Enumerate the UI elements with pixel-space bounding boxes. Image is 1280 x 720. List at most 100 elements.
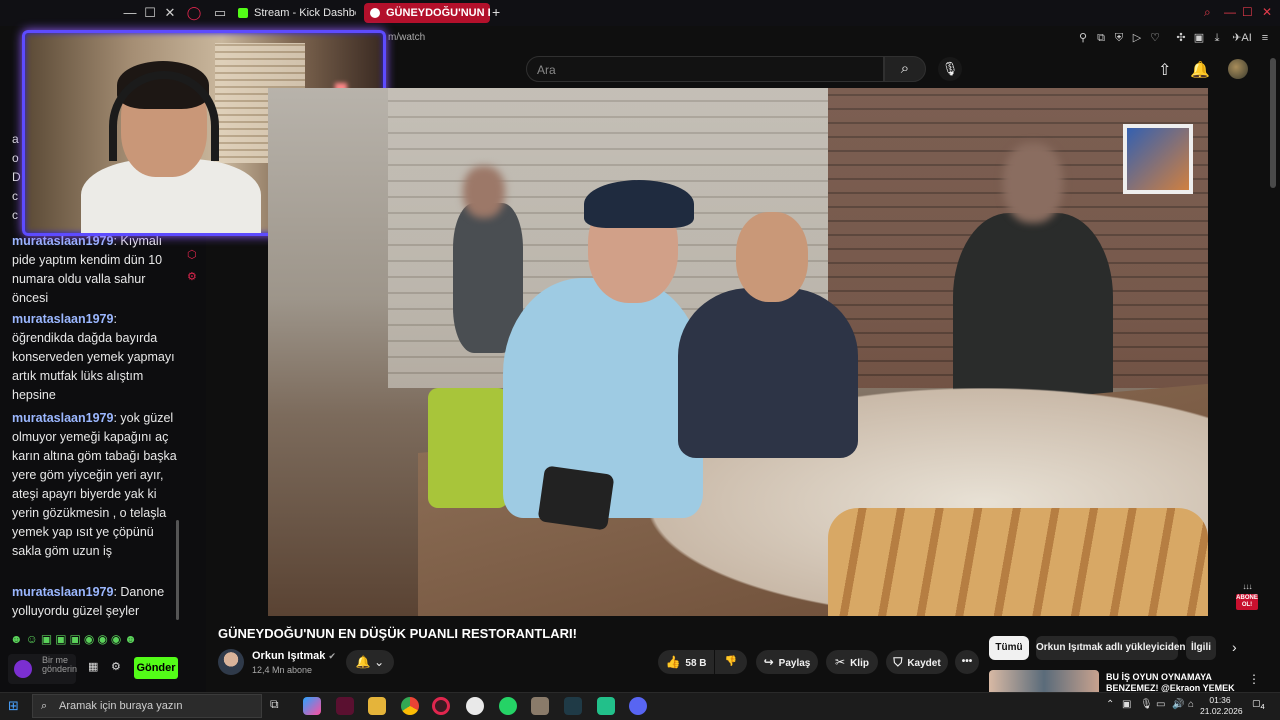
tab-label: Stream - Kick Dashboard xyxy=(254,7,356,19)
url-text[interactable]: m/watch xyxy=(388,32,425,43)
voice-search-button[interactable]: 🎙 xyxy=(938,57,962,81)
play-icon[interactable]: ▷ xyxy=(1130,31,1144,45)
download-app-icon[interactable] xyxy=(564,697,582,715)
search-icon: ⌕ xyxy=(900,60,910,77)
video-player[interactable] xyxy=(268,88,1208,616)
page-scrollbar[interactable] xyxy=(1270,58,1276,188)
search-button[interactable]: ⌕ xyxy=(884,56,926,82)
copilot-icon[interactable] xyxy=(303,697,321,715)
send-button[interactable]: Gönder xyxy=(134,657,178,679)
chat-settings-icon[interactable]: ⚙ xyxy=(187,270,197,283)
app-icon[interactable] xyxy=(466,697,484,715)
taskbar-search-input[interactable]: ⌕ Aramak için buraya yazın xyxy=(32,694,262,718)
search-tabs-icon[interactable]: ⌕ xyxy=(1204,5,1211,20)
maximize-icon[interactable]: ☐ xyxy=(142,5,158,21)
task-view-icon[interactable]: ⧉ xyxy=(270,697,288,715)
subscribe-watermark[interactable]: ↓↓↓ ABONE OL! xyxy=(1236,576,1258,610)
verified-icon: ✔ xyxy=(328,651,336,661)
extensions-icon[interactable]: ✣ xyxy=(1174,31,1188,45)
notification-center-icon[interactable]: ▢4 xyxy=(1252,698,1265,711)
clock-date: 21.02.2026 xyxy=(1200,706,1243,716)
wallet-icon[interactable]: ▣ xyxy=(1192,31,1206,45)
chat-message: murataslaan1979: Kıymalı pide yaptım ken… xyxy=(12,234,163,305)
shield-icon[interactable]: ⛨ xyxy=(1112,31,1126,45)
account-avatar[interactable] xyxy=(1228,59,1248,79)
more-actions-button[interactable]: ••• xyxy=(955,650,979,674)
whatsapp-icon[interactable] xyxy=(499,697,517,715)
app-icon[interactable] xyxy=(597,697,615,715)
tray-volume-icon[interactable]: 🔊 xyxy=(1172,699,1184,710)
windows-start-icon[interactable]: ⊞ xyxy=(8,698,24,714)
save-button[interactable]: ⛉ Kaydet xyxy=(886,650,948,674)
chat-action-icon[interactable]: ⬡ xyxy=(187,248,197,261)
search-icon: ⌕ xyxy=(41,700,48,712)
download-icon[interactable]: ⤓ xyxy=(1210,31,1224,45)
clip-button[interactable]: ✂ Klip xyxy=(826,650,878,674)
chat-username[interactable]: murataslaan1979 xyxy=(12,585,113,599)
recommended-video-title[interactable]: BU İŞ OYUN OYNAMAYA BENZEMEZ! @Ekraon YE… xyxy=(1106,672,1246,694)
thumbs-down-icon: 👎 xyxy=(724,656,738,667)
window-maximize-icon[interactable]: ☐ xyxy=(1242,5,1253,19)
window-close-icon[interactable]: ✕ xyxy=(1262,5,1272,19)
channel-avatar[interactable] xyxy=(218,649,244,675)
minimize-icon[interactable]: — xyxy=(122,5,138,21)
taskbar-search-placeholder: Aramak için buraya yazın xyxy=(59,700,183,712)
upload-icon[interactable]: ⇧ xyxy=(1158,60,1171,80)
chat-store-icon[interactable]: ▦ xyxy=(88,660,98,673)
discord-icon[interactable] xyxy=(629,697,647,715)
ai-icon[interactable]: ✈AI xyxy=(1232,31,1252,45)
chat-message: murataslaan1979: yok güzel olmuyor yemeğ… xyxy=(12,411,177,558)
scissors-icon: ✂ xyxy=(835,655,846,669)
file-explorer-icon[interactable] xyxy=(368,697,386,715)
save-label: Kaydet xyxy=(907,658,941,669)
pin-icon[interactable]: ⚲ xyxy=(1076,31,1090,45)
close-icon[interactable]: ✕ xyxy=(162,5,178,21)
subscription-bell-button[interactable]: 🔔 ⌄ xyxy=(346,650,394,674)
share-label: Paylaş xyxy=(778,658,811,669)
snapshot-icon[interactable]: ⧉ xyxy=(1094,31,1108,45)
tray-app-icon[interactable]: ▣ xyxy=(1122,699,1131,710)
like-button[interactable]: 👍 58 B xyxy=(658,650,714,674)
tab-list-icon[interactable]: ▭ xyxy=(212,5,228,21)
chat-message: murataslaan1979: öğrendikda dağda bayırd… xyxy=(12,312,175,402)
tray-network-icon[interactable]: ⌂ xyxy=(1188,699,1194,710)
chat-mic-icon[interactable] xyxy=(14,660,32,678)
search-input[interactable]: Ara xyxy=(526,56,884,82)
app-icon[interactable] xyxy=(336,697,354,715)
chip-related[interactable]: İlgili xyxy=(1186,636,1216,660)
emote-bar[interactable]: ☻☺▣▣▣◉◉◉☻ xyxy=(10,632,160,648)
window-minimize-icon[interactable]: — xyxy=(1224,5,1236,19)
heart-icon[interactable]: ♡ xyxy=(1148,31,1162,45)
youtube-icon xyxy=(370,8,380,18)
tray-battery-icon[interactable]: ▭ xyxy=(1156,699,1165,710)
media-icon[interactable] xyxy=(531,697,549,715)
chat-username[interactable]: murataslaan1979 xyxy=(12,411,113,425)
taskbar-clock[interactable]: 01:36 21.02.2026 xyxy=(1200,695,1243,717)
chrome-icon[interactable] xyxy=(401,697,419,715)
recommended-video-thumbnail[interactable] xyxy=(989,670,1099,694)
chat-input-placeholder: Bir me gönderin xyxy=(42,655,78,674)
chat-message: murataslaan1979: Danone yolluyordu güzel… xyxy=(12,585,165,618)
chat-gear-icon[interactable]: ⚙ xyxy=(111,660,121,673)
share-button[interactable]: ↪ Paylaş xyxy=(756,650,818,674)
chat-username[interactable]: murataslaan1979 xyxy=(12,312,113,326)
clock-time: 01:36 xyxy=(1209,695,1231,705)
recommendation-menu-icon[interactable]: ⋮ xyxy=(1248,672,1260,686)
menu-icon[interactable]: ≡ xyxy=(1258,31,1272,45)
channel-name[interactable]: Orkun Işıtmak ✔ xyxy=(252,650,336,662)
opera-icon[interactable]: ◯ xyxy=(186,5,202,21)
dislike-button[interactable]: 👎 xyxy=(715,650,747,674)
tray-mic-icon[interactable]: 🎙 xyxy=(1140,699,1153,710)
chat-username[interactable]: murataslaan1979 xyxy=(12,234,113,248)
tray-chevron-icon[interactable]: ⌃ xyxy=(1106,699,1114,710)
chip-from-uploader[interactable]: Orkun Işıtmak adlı yükleyiciden xyxy=(1036,636,1186,660)
tab-kick-dashboard[interactable]: Stream - Kick Dashboard xyxy=(232,3,356,23)
opera-icon[interactable] xyxy=(432,697,450,715)
chat-scrollbar[interactable] xyxy=(176,520,179,620)
tab-youtube-video[interactable]: GÜNEYDOĞU'NUN EN xyxy=(364,3,490,23)
notifications-bell-icon[interactable]: 🔔 xyxy=(1190,60,1210,80)
chip-all[interactable]: Tümü xyxy=(989,636,1029,660)
new-tab-button[interactable]: + xyxy=(492,4,500,20)
subscriber-count: 12,4 Mn abone xyxy=(252,665,313,675)
chevron-right-icon[interactable]: › xyxy=(1232,639,1237,655)
